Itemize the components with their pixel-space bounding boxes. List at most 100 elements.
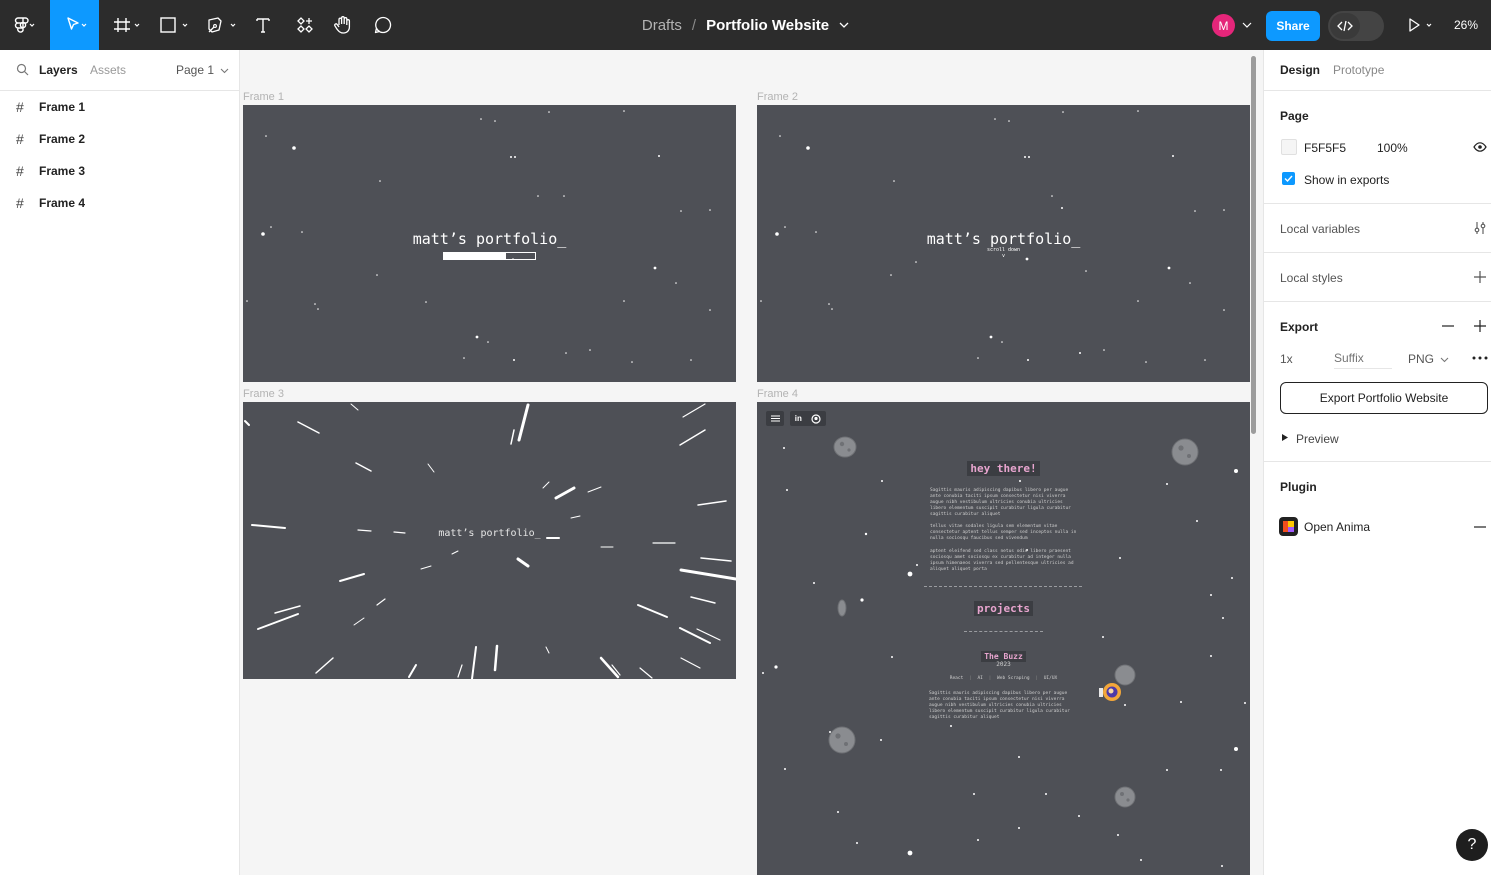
frame-2[interactable]: matt’s portfolio_ scroll down v [757, 105, 1250, 382]
project-description: Sagittis mauris adipiscing dapibus liber… [929, 691, 1070, 720]
resources-tool-button[interactable] [292, 0, 318, 50]
avatar-chevron-down-icon[interactable] [1240, 0, 1254, 50]
checkmark-icon [1284, 175, 1293, 182]
search-icon[interactable] [16, 63, 29, 76]
layer-label: Frame 3 [39, 164, 86, 178]
project-tag: Web Scraping [997, 676, 1030, 681]
page-selector[interactable]: Page 1 [176, 63, 229, 77]
file-menu-chevron-icon[interactable] [839, 21, 849, 29]
chevron-down-icon [1440, 357, 1449, 363]
zoom-level[interactable]: 26% [1454, 0, 1478, 50]
figma-logo-icon [14, 17, 35, 33]
export-format-label: PNG [1408, 352, 1435, 366]
frame-4-label[interactable]: Frame 4 [757, 388, 798, 400]
export-scale[interactable]: 1x [1280, 352, 1293, 366]
local-styles-section[interactable]: Local styles [1264, 253, 1491, 302]
frame-4[interactable]: in hey there! Sagittis mauris adipiscing… [757, 402, 1250, 875]
export-format-select[interactable]: PNG [1408, 352, 1449, 366]
comment-icon [374, 16, 392, 34]
local-variables-section[interactable]: Local variables [1264, 204, 1491, 253]
anima-logo-part [1288, 527, 1294, 532]
present-button[interactable] [1404, 0, 1438, 50]
play-icon [1409, 18, 1432, 32]
frame-1[interactable]: matt’s portfolio_ [243, 105, 736, 382]
project-tag: UI/UX [1043, 676, 1058, 681]
frame-layer-icon: # [16, 195, 24, 211]
tag-separator: | [1035, 676, 1038, 681]
layer-item-frame-1[interactable]: # Frame 1 [0, 91, 239, 123]
add-export-icon[interactable] [1474, 320, 1486, 332]
shape-tool-button[interactable] [156, 0, 194, 50]
local-variables-label: Local variables [1280, 222, 1361, 236]
pen-icon [208, 17, 236, 33]
variables-icon[interactable] [1473, 221, 1487, 235]
page-color-hex[interactable]: F5F5F5 [1304, 141, 1346, 155]
hand-tool-button[interactable] [330, 0, 356, 50]
github-icon[interactable] [811, 413, 821, 424]
eye-icon[interactable] [1473, 142, 1487, 152]
canvas-scrollbar[interactable] [1251, 56, 1256, 434]
frame-3-label[interactable]: Frame 3 [243, 388, 284, 400]
comment-tool-button[interactable] [370, 0, 396, 50]
rectangle-icon [160, 17, 188, 33]
frame-tool-button[interactable] [108, 0, 146, 50]
breadcrumb-file-name[interactable]: Portfolio Website [706, 17, 829, 34]
breadcrumb-project[interactable]: Drafts [642, 17, 682, 34]
design-panel: Design Prototype Page F5F5F5 100% Show i… [1263, 50, 1491, 875]
layer-item-frame-4[interactable]: # Frame 4 [0, 187, 239, 219]
tab-assets[interactable]: Assets [90, 63, 126, 77]
preview-toggle[interactable]: Preview [1296, 432, 1339, 446]
page-opacity[interactable]: 100% [1377, 141, 1408, 155]
remove-export-icon[interactable] [1442, 325, 1454, 327]
text-tool-button[interactable] [250, 0, 276, 50]
expand-preview-icon[interactable] [1282, 434, 1288, 441]
top-toolbar: Drafts / Portfolio Website M Share 26% [0, 0, 1491, 50]
page-color-swatch[interactable] [1281, 139, 1297, 155]
intro-heading-wrap: hey there! [757, 459, 1250, 477]
plugin-name[interactable]: Open Anima [1304, 520, 1370, 534]
menu-icon[interactable] [766, 411, 784, 426]
layer-label: Frame 1 [39, 100, 86, 114]
tab-design[interactable]: Design [1280, 63, 1320, 77]
frame-layer-icon: # [16, 163, 24, 179]
frame-3[interactable]: matt’s portfolio_ [243, 402, 736, 679]
frame-3-title: matt’s portfolio_ [438, 528, 541, 539]
frame-1-label[interactable]: Frame 1 [243, 91, 284, 103]
avatar[interactable]: M [1212, 14, 1235, 37]
pen-tool-button[interactable] [204, 0, 242, 50]
plugin-section-title: Plugin [1280, 480, 1317, 494]
share-button[interactable]: Share [1266, 11, 1320, 41]
dev-mode-toggle[interactable] [1328, 11, 1384, 41]
frame-layer-icon: # [16, 99, 24, 115]
breadcrumb-separator: / [691, 16, 697, 34]
export-suffix-input[interactable] [1334, 347, 1392, 369]
hand-icon [334, 16, 351, 34]
intro-heading: hey there! [967, 461, 1040, 476]
tab-layers[interactable]: Layers [39, 63, 78, 77]
more-options-icon[interactable] [1472, 356, 1488, 360]
hyperspace-streaks [244, 403, 736, 679]
show-in-exports-checkbox[interactable] [1282, 172, 1295, 185]
projects-heading-wrap: projects [757, 599, 1250, 617]
remove-plugin-icon[interactable] [1474, 526, 1486, 528]
anima-plugin-icon [1279, 517, 1298, 536]
project-tags: React | AI | Web Scraping | UI/UX [757, 676, 1250, 681]
intro-paragraph-2: tellus vitae sodales ligula sem elementu… [930, 524, 1077, 541]
linkedin-icon[interactable]: in [795, 414, 802, 423]
add-style-icon[interactable] [1474, 271, 1486, 283]
section-divider [924, 586, 1082, 587]
design-canvas[interactable]: Frame 1 matt’s portfolio_ Frame 2 matt’s… [240, 50, 1263, 875]
local-styles-label: Local styles [1280, 271, 1343, 285]
show-in-exports-label: Show in exports [1304, 173, 1390, 187]
tab-prototype[interactable]: Prototype [1333, 63, 1384, 77]
chevron-down-icon [221, 68, 229, 74]
frame-2-label[interactable]: Frame 2 [757, 91, 798, 103]
move-tool-button[interactable] [50, 0, 99, 50]
help-button[interactable]: ? [1456, 829, 1488, 861]
export-button[interactable]: Export Portfolio Website [1280, 382, 1488, 414]
export-section-title: Export [1280, 320, 1319, 334]
figma-menu-button[interactable] [8, 0, 42, 50]
layer-label: Frame 4 [39, 196, 86, 210]
layer-item-frame-2[interactable]: # Frame 2 [0, 123, 239, 155]
layer-item-frame-3[interactable]: # Frame 3 [0, 155, 239, 187]
